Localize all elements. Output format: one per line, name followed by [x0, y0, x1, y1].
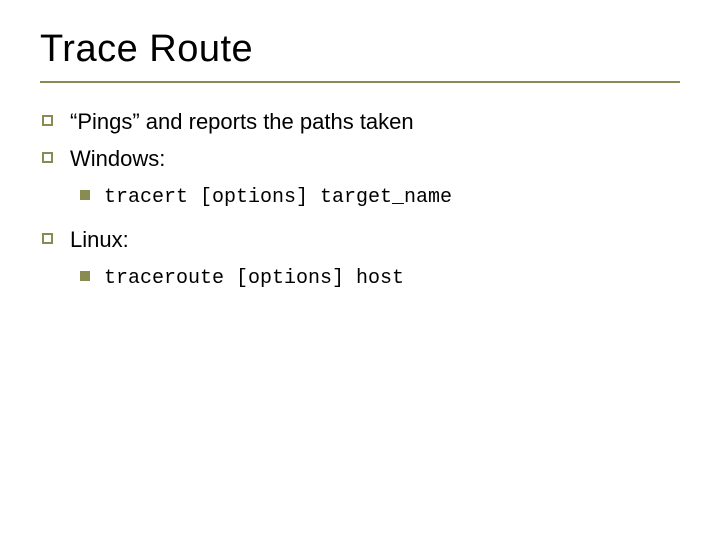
code-text: traceroute [options] host — [104, 267, 404, 290]
bullet-text: “Pings” and reports the paths taken — [70, 109, 414, 134]
code-text: tracert [options] target_name — [104, 186, 452, 209]
bullet-item: Windows: tracert [options] target_name — [40, 142, 680, 213]
bullet-item: “Pings” and reports the paths taken — [40, 105, 680, 138]
slide: Trace Route “Pings” and reports the path… — [0, 0, 720, 540]
bullet-list-level2: traceroute [options] host — [70, 262, 680, 294]
sub-bullet-item: traceroute [options] host — [70, 262, 680, 294]
bullet-list-level1: “Pings” and reports the paths taken Wind… — [40, 105, 680, 294]
bullet-item: Linux: traceroute [options] host — [40, 223, 680, 294]
bullet-list-level2: tracert [options] target_name — [70, 181, 680, 213]
sub-bullet-item: tracert [options] target_name — [70, 181, 680, 213]
slide-title: Trace Route — [40, 28, 680, 71]
bullet-text: Linux: — [70, 227, 129, 252]
bullet-text: Windows: — [70, 146, 165, 171]
slide-body: “Pings” and reports the paths taken Wind… — [40, 105, 680, 294]
title-underline — [40, 81, 680, 83]
